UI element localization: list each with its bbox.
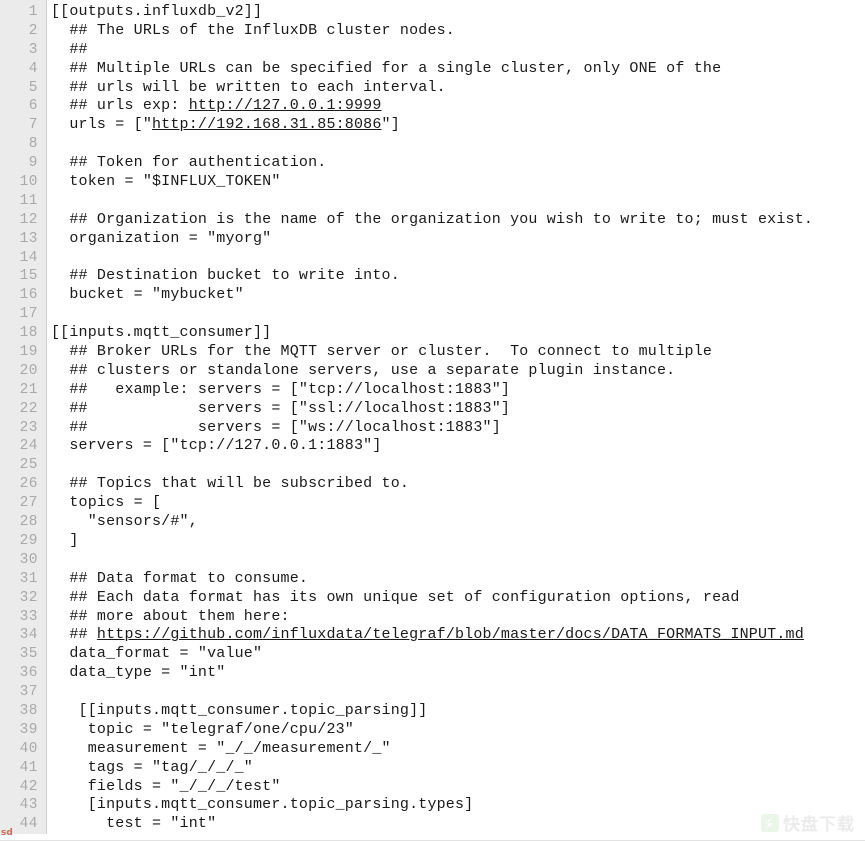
- line-number: 16: [19, 287, 38, 304]
- code-line[interactable]: ## servers = ["ws://localhost:1883"]: [51, 419, 865, 438]
- line-number: 31: [19, 570, 38, 587]
- line-number: 41: [19, 759, 38, 776]
- line-number: 30: [19, 551, 38, 568]
- code-line[interactable]: fields = "_/_/_/test": [51, 778, 865, 797]
- line-number: 43: [19, 797, 38, 814]
- code-line[interactable]: ## more about them here:: [51, 608, 865, 627]
- code-line[interactable]: measurement = "_/_/measurement/_": [51, 740, 865, 759]
- code-line[interactable]: ## https://github.com/influxdata/telegra…: [51, 626, 865, 645]
- line-number: 2: [28, 22, 38, 39]
- code-line[interactable]: [51, 456, 865, 475]
- url-link[interactable]: http://127.0.0.1:9999: [189, 97, 382, 114]
- code-line[interactable]: [51, 683, 865, 702]
- line-number: 22: [19, 400, 38, 417]
- line-number: 10: [19, 174, 38, 191]
- line-number: 14: [19, 249, 38, 266]
- line-number: 35: [19, 646, 38, 663]
- code-editor-area[interactable]: 1 2 3 4 5 6 7 8 9 10 11 12 13 14 15 16 17 18 19 20 21 22 23 24 2…: [0, 0, 865, 841]
- code-line[interactable]: ## Topics that will be subscribed to.: [51, 475, 865, 494]
- code-line[interactable]: ## Destination bucket to write into.: [51, 267, 865, 286]
- line-number: 11: [19, 192, 38, 209]
- line-number: 25: [19, 457, 38, 474]
- code-line[interactable]: ## Each data format has its own unique s…: [51, 589, 865, 608]
- code-line[interactable]: ## clusters or standalone servers, use a…: [51, 362, 865, 381]
- code-line[interactable]: data_type = "int": [51, 664, 865, 683]
- line-number: 21: [19, 381, 38, 398]
- code-content[interactable]: [[outputs.influxdb_v2]] ## The URLs of t…: [47, 0, 865, 834]
- code-line[interactable]: test = "int": [51, 815, 865, 834]
- line-number: 13: [19, 230, 38, 247]
- code-line[interactable]: [51, 305, 865, 324]
- code-line[interactable]: ## Broker URLs for the MQTT server or cl…: [51, 343, 865, 362]
- code-line[interactable]: ## Multiple URLs can be specified for a …: [51, 60, 865, 79]
- code-line[interactable]: tags = "tag/_/_/_": [51, 759, 865, 778]
- code-line[interactable]: [[inputs.mqtt_consumer]]: [51, 324, 865, 343]
- line-number: 37: [19, 684, 38, 701]
- code-line[interactable]: [51, 551, 865, 570]
- line-number: 12: [19, 211, 38, 228]
- code-line[interactable]: ## example: servers = ["tcp://localhost:…: [51, 381, 865, 400]
- code-line[interactable]: [[inputs.mqtt_consumer.topic_parsing]]: [51, 702, 865, 721]
- line-number: 36: [19, 665, 38, 682]
- code-line[interactable]: ## Data format to consume.: [51, 570, 865, 589]
- line-number: 39: [19, 721, 38, 738]
- line-number: 29: [19, 532, 38, 549]
- code-line[interactable]: bucket = "mybucket": [51, 286, 865, 305]
- line-number: 19: [19, 344, 38, 361]
- line-number: 23: [19, 419, 38, 436]
- code-line[interactable]: topic = "telegraf/one/cpu/23": [51, 721, 865, 740]
- code-line[interactable]: [51, 249, 865, 268]
- line-number: 34: [19, 627, 38, 644]
- url-link[interactable]: http://192.168.31.85:8086: [152, 116, 382, 133]
- line-number: 1: [28, 4, 38, 20]
- line-number: 38: [19, 702, 38, 719]
- line-number: 17: [19, 306, 38, 323]
- code-line[interactable]: [51, 135, 865, 154]
- line-number: 15: [19, 268, 38, 285]
- line-number: 42: [19, 778, 38, 795]
- line-number: 8: [28, 136, 38, 153]
- line-number: 33: [19, 608, 38, 625]
- code-line[interactable]: topics = [: [51, 494, 865, 513]
- code-line[interactable]: data_format = "value": [51, 645, 865, 664]
- line-number: 32: [19, 589, 38, 606]
- code-line[interactable]: ##: [51, 41, 865, 60]
- line-number: 3: [28, 41, 38, 58]
- line-number: 9: [28, 155, 38, 172]
- line-number: 7: [28, 117, 38, 134]
- code-line[interactable]: [51, 192, 865, 211]
- line-number-gutter: 1 2 3 4 5 6 7 8 9 10 11 12 13 14 15 16 17 18 19 20 21 22 23 24 2…: [0, 0, 47, 835]
- code-line[interactable]: organization = "myorg": [51, 230, 865, 249]
- code-line[interactable]: token = "$INFLUX_TOKEN": [51, 173, 865, 192]
- line-number: 4: [28, 60, 38, 77]
- code-line[interactable]: servers = ["tcp://127.0.0.1:1883"]: [51, 437, 865, 456]
- line-number: 6: [28, 98, 38, 115]
- code-line[interactable]: [inputs.mqtt_consumer.topic_parsing.type…: [51, 796, 865, 815]
- code-line[interactable]: ]: [51, 532, 865, 551]
- code-line[interactable]: ## servers = ["ssl://localhost:1883"]: [51, 400, 865, 419]
- code-line[interactable]: ## urls will be written to each interval…: [51, 79, 865, 98]
- code-line[interactable]: ## Token for authentication.: [51, 154, 865, 173]
- code-line[interactable]: "sensors/#",: [51, 513, 865, 532]
- line-number: 27: [19, 495, 38, 512]
- line-number: 18: [19, 325, 38, 342]
- code-line[interactable]: urls = ["http://192.168.31.85:8086"]: [51, 116, 865, 135]
- line-number: 28: [19, 514, 38, 531]
- line-number: 20: [19, 362, 38, 379]
- line-number: 44: [19, 816, 38, 833]
- line-number: 24: [19, 438, 38, 455]
- line-number: 40: [19, 740, 38, 757]
- line-number: 26: [19, 476, 38, 493]
- code-line[interactable]: ## Organization is the name of the organ…: [51, 211, 865, 230]
- line-number: 5: [28, 79, 38, 96]
- code-line[interactable]: [[outputs.influxdb_v2]]: [51, 3, 865, 22]
- code-viewer: 1 2 3 4 5 6 7 8 9 10 11 12 13 14 15 16 17 18 19 20 21 22 23 24 2…: [0, 0, 865, 841]
- code-line[interactable]: ## urls exp: http://127.0.0.1:9999: [51, 97, 865, 116]
- code-line[interactable]: ## The URLs of the InfluxDB cluster node…: [51, 22, 865, 41]
- url-link[interactable]: https://github.com/influxdata/telegraf/b…: [97, 626, 804, 643]
